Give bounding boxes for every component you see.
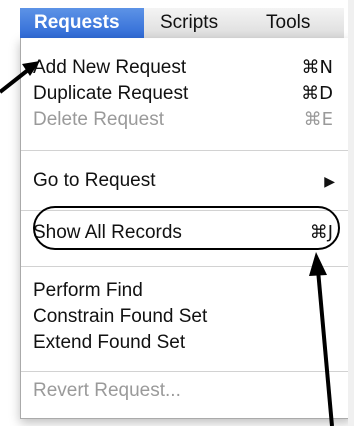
window-edge [348,0,354,426]
arrow-to-show-all-records-shortcut [309,252,334,426]
arrow-to-add-new-request [0,61,40,94]
annotation-arrows [0,61,334,426]
